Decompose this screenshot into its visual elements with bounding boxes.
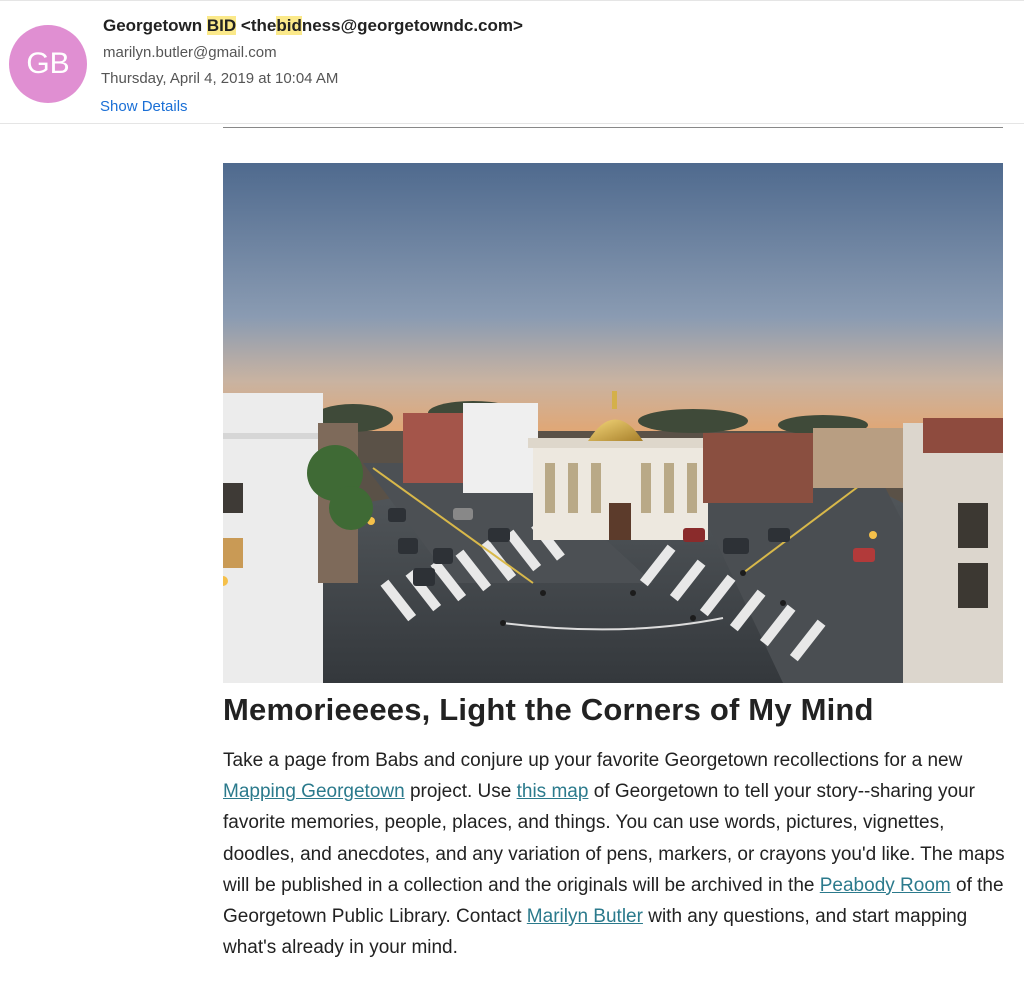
- show-details-link[interactable]: Show Details: [100, 98, 188, 115]
- article-body: Take a page from Babs and conjure up you…: [223, 745, 1013, 963]
- sender-email: <the: [236, 16, 277, 35]
- search-highlight: BID: [206, 16, 237, 35]
- mapping-georgetown-link[interactable]: Mapping Georgetown: [223, 781, 405, 802]
- body-text: project. Use: [404, 781, 517, 803]
- sender-line: Georgetown BID <thebidness@georgetowndc.…: [103, 16, 523, 36]
- peabody-room-link[interactable]: Peabody Room: [820, 875, 951, 896]
- article-title: Memorieeees, Light the Corners of My Min…: [223, 692, 874, 727]
- sender-email: ness@georgetowndc.com>: [301, 16, 523, 35]
- recipient-address: marilyn.butler@gmail.com: [103, 44, 277, 61]
- avatar: GB: [9, 25, 87, 103]
- email-header: GB Georgetown BID <thebidness@georgetown…: [0, 0, 1024, 124]
- search-highlight: bid: [276, 16, 302, 35]
- marilyn-butler-link[interactable]: Marilyn Butler: [527, 906, 643, 927]
- sender-name: Georgetown: [103, 16, 207, 35]
- hero-image-georgetown-intersection: [223, 163, 1003, 683]
- body-text: Take a page from Babs and conjure up you…: [223, 750, 963, 771]
- email-date: Thursday, April 4, 2019 at 10:04 AM: [101, 70, 339, 87]
- this-map-link[interactable]: this map: [517, 781, 589, 802]
- divider: [223, 127, 1003, 128]
